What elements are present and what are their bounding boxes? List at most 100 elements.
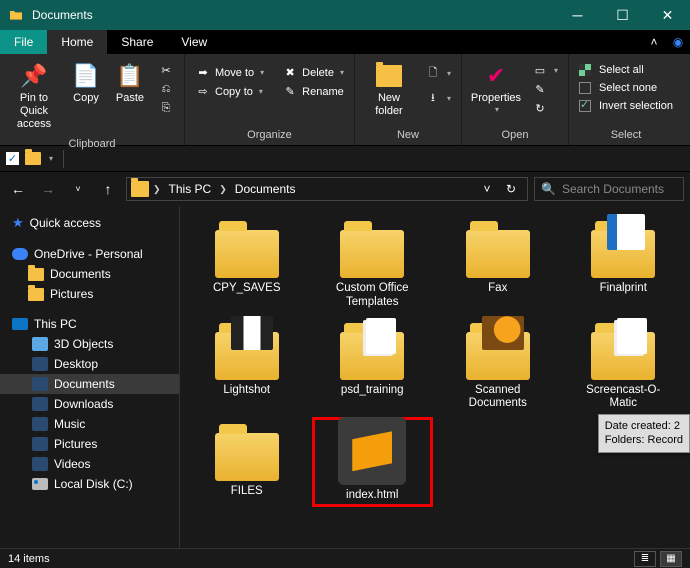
- window-title: Documents: [32, 8, 555, 22]
- address-bar[interactable]: ❯ This PC ❯ Documents ˅ ↻: [126, 177, 528, 201]
- minimize-button[interactable]: ─: [555, 0, 600, 30]
- properties-button[interactable]: ✔ Properties ▾: [468, 58, 524, 118]
- desktop-icon: [32, 357, 48, 371]
- sidebar-pictures[interactable]: Pictures: [0, 434, 179, 454]
- cut-button[interactable]: ✂: [154, 62, 178, 79]
- edit-icon: ✎: [532, 83, 548, 96]
- new-folder-icon: [375, 62, 403, 90]
- search-placeholder: Search Documents: [562, 182, 664, 196]
- easy-access-button[interactable]: ⭳▾: [421, 87, 455, 110]
- star-icon: ★: [12, 215, 24, 231]
- toggle-checkbox[interactable]: ✓: [6, 152, 19, 165]
- file-view[interactable]: CPY_SAVES Custom Office Templates Fax Fi…: [180, 206, 690, 548]
- delete-button[interactable]: ✖Delete▾: [278, 64, 348, 81]
- open-icon: ▭: [532, 64, 548, 77]
- pin-icon: 📌: [20, 62, 48, 90]
- folder-item[interactable]: CPY_SAVES: [188, 216, 306, 310]
- crumb-sep-icon[interactable]: ❯: [153, 184, 161, 195]
- paste-button[interactable]: 📋 Paste: [110, 58, 150, 109]
- help-button[interactable]: ◉: [666, 30, 690, 54]
- folder-item[interactable]: Finalprint: [565, 216, 683, 310]
- pin-to-quick-access-button[interactable]: 📌 Pin to Quick access: [6, 58, 62, 136]
- sidebar-local-disk-c[interactable]: Local Disk (C:): [0, 474, 179, 494]
- rename-icon: ✎: [282, 85, 298, 98]
- refresh-button[interactable]: ↻: [499, 178, 523, 200]
- tab-view[interactable]: View: [167, 30, 221, 54]
- qat-dropdown[interactable]: ▾: [49, 154, 53, 163]
- crumb-this-pc[interactable]: This PC: [165, 182, 216, 196]
- ribbon-collapse-button[interactable]: ˄: [642, 30, 666, 54]
- copy-to-button[interactable]: ⇨Copy to▾: [191, 83, 268, 100]
- invert-selection-button[interactable]: Invert selection: [575, 98, 677, 114]
- folder-item[interactable]: Scanned Documents: [439, 318, 557, 412]
- titlebar: Documents ─ ☐ ✕: [0, 0, 690, 30]
- sidebar-this-pc[interactable]: This PC: [0, 314, 179, 334]
- forward-button[interactable]: →: [36, 177, 60, 201]
- paste-shortcut-button[interactable]: ⎘: [154, 100, 178, 117]
- moveto-icon: ➡: [195, 66, 211, 79]
- details-view-button[interactable]: ≣: [634, 551, 656, 567]
- close-button[interactable]: ✕: [645, 0, 690, 30]
- tab-share[interactable]: Share: [107, 30, 167, 54]
- new-item-icon: 🗋: [425, 64, 441, 83]
- tab-home[interactable]: Home: [47, 30, 107, 54]
- select-none-button[interactable]: Select none: [575, 80, 677, 96]
- folder-item[interactable]: Custom Office Templates: [314, 216, 432, 310]
- crumb-documents[interactable]: Documents: [231, 182, 300, 196]
- folder-icon: [466, 332, 530, 380]
- sidebar-music[interactable]: Music: [0, 414, 179, 434]
- sidebar-onedrive-documents[interactable]: Documents: [0, 264, 179, 284]
- rename-button[interactable]: ✎Rename: [278, 83, 348, 100]
- folder-item[interactable]: psd_training: [314, 318, 432, 412]
- history-button[interactable]: ↻: [528, 100, 562, 117]
- new-item-button[interactable]: 🗋▾: [421, 62, 455, 85]
- back-button[interactable]: ←: [6, 177, 30, 201]
- status-bar: 14 items ≣ ▦: [0, 548, 690, 568]
- recent-locations-button[interactable]: ˅: [66, 177, 90, 201]
- folder-icon: [340, 230, 404, 278]
- sidebar-downloads[interactable]: Downloads: [0, 394, 179, 414]
- folder-icon: [591, 332, 655, 380]
- select-none-icon: [579, 82, 591, 94]
- folder-item[interactable]: Lightshot: [188, 318, 306, 412]
- folder-icon: [466, 230, 530, 278]
- menubar: File Home Share View ˄ ◉: [0, 30, 690, 54]
- edit-button[interactable]: ✎: [528, 81, 562, 98]
- crumb-sep-icon[interactable]: ❯: [219, 184, 227, 195]
- qat-folder-icon[interactable]: [25, 152, 41, 165]
- path-icon: ⎌: [158, 83, 174, 96]
- new-folder-button[interactable]: New folder: [361, 58, 417, 122]
- folder-icon: [28, 268, 44, 281]
- properties-icon: ✔: [482, 62, 510, 90]
- sidebar-desktop[interactable]: Desktop: [0, 354, 179, 374]
- main-pane: ★Quick access OneDrive - Personal Docume…: [0, 206, 690, 548]
- icons-view-button[interactable]: ▦: [660, 551, 682, 567]
- folder-item[interactable]: FILES: [188, 419, 306, 505]
- folder-item[interactable]: Screencast-O-Matic: [565, 318, 683, 412]
- drive-icon: [32, 478, 48, 490]
- folder-icon: [340, 332, 404, 380]
- folder-icon: [215, 332, 279, 380]
- search-box[interactable]: 🔍 Search Documents: [534, 177, 684, 201]
- open-button[interactable]: ▭▾: [528, 62, 562, 79]
- move-to-button[interactable]: ➡Move to▾: [191, 64, 268, 81]
- sidebar-videos[interactable]: Videos: [0, 454, 179, 474]
- copy-path-button[interactable]: ⎌: [154, 81, 178, 98]
- folder-item[interactable]: Fax: [439, 216, 557, 310]
- tab-file[interactable]: File: [0, 30, 47, 54]
- paste-icon: 📋: [116, 62, 144, 90]
- copy-button[interactable]: 📄 Copy: [66, 58, 106, 109]
- folder-icon: [591, 230, 655, 278]
- sidebar-documents[interactable]: Documents: [0, 374, 179, 394]
- sidebar-3d-objects[interactable]: 3D Objects: [0, 334, 179, 354]
- sidebar-onedrive[interactable]: OneDrive - Personal: [0, 244, 179, 264]
- select-all-button[interactable]: Select all: [575, 62, 677, 78]
- copy-icon: 📄: [72, 62, 100, 90]
- file-item-index-html[interactable]: index.html: [314, 419, 432, 505]
- select-all-icon: [579, 64, 591, 76]
- address-dropdown-button[interactable]: ˅: [475, 178, 499, 200]
- sidebar-quick-access[interactable]: ★Quick access: [0, 212, 179, 234]
- sidebar-onedrive-pictures[interactable]: Pictures: [0, 284, 179, 304]
- up-button[interactable]: ↑: [96, 177, 120, 201]
- maximize-button[interactable]: ☐: [600, 0, 645, 30]
